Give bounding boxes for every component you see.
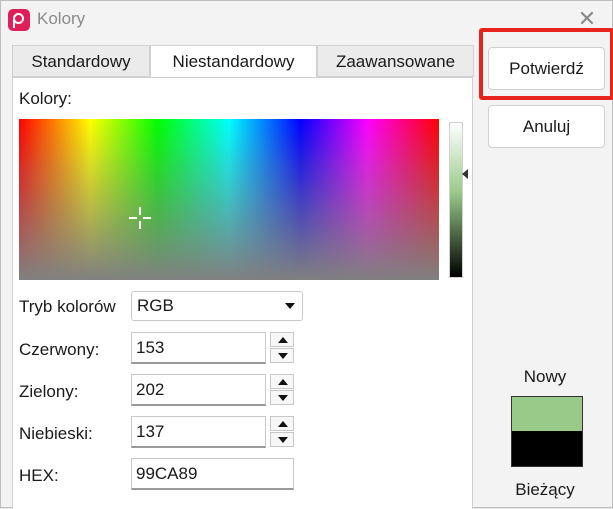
hex-label: HEX:	[19, 466, 59, 485]
red-increment-button[interactable]	[270, 332, 294, 347]
color-spectrum[interactable]	[19, 119, 439, 280]
new-color-swatch	[511, 396, 583, 432]
arrow-up-icon	[278, 421, 288, 427]
green-increment-button[interactable]	[270, 374, 294, 389]
red-label: Czerwony:	[19, 340, 100, 359]
current-color-label: Bieżący	[515, 480, 575, 499]
blue-decrement-button[interactable]	[270, 432, 294, 447]
green-input[interactable]: 202	[131, 374, 266, 406]
color-picker-crosshair-icon[interactable]	[129, 207, 151, 229]
blue-stepper	[270, 416, 294, 448]
tab-advanced[interactable]: Zaawansowane	[317, 45, 474, 77]
tab-standard[interactable]: Standardowy	[12, 45, 150, 77]
blue-input[interactable]: 137	[131, 416, 266, 448]
red-stepper	[270, 332, 294, 364]
color-mode-value: RGB	[137, 296, 174, 315]
arrow-up-icon	[278, 337, 288, 343]
red-input[interactable]: 153	[131, 332, 266, 364]
tab-custom[interactable]: Niestandardowy	[150, 45, 317, 78]
green-stepper	[270, 374, 294, 406]
arrow-down-icon	[278, 353, 288, 359]
arrow-down-icon	[278, 437, 288, 443]
color-mode-label: Tryb kolorów	[19, 297, 116, 316]
chevron-down-icon	[285, 303, 295, 309]
cancel-button[interactable]: Anuluj	[488, 105, 605, 148]
app-logo-icon	[8, 9, 30, 31]
confirm-button-highlight	[479, 28, 613, 100]
blue-label: Niebieski:	[19, 424, 93, 443]
new-color-label: Nowy	[523, 367, 567, 386]
colors-label: Kolory:	[19, 89, 72, 108]
arrow-down-icon	[278, 395, 288, 401]
color-dialog: Kolory ✕ Standardowy Niestandardowy Zaaw…	[0, 0, 613, 509]
green-decrement-button[interactable]	[270, 390, 294, 405]
hex-input[interactable]: 99CA89	[131, 458, 294, 490]
color-mode-select[interactable]: RGB	[131, 291, 303, 321]
red-decrement-button[interactable]	[270, 348, 294, 363]
blue-increment-button[interactable]	[270, 416, 294, 431]
arrow-up-icon	[278, 379, 288, 385]
window-title: Kolory	[37, 9, 86, 28]
current-color-swatch	[511, 431, 583, 467]
luminance-slider[interactable]	[449, 122, 463, 278]
luminance-slider-handle-icon[interactable]	[462, 169, 468, 179]
green-label: Zielony:	[19, 382, 79, 401]
